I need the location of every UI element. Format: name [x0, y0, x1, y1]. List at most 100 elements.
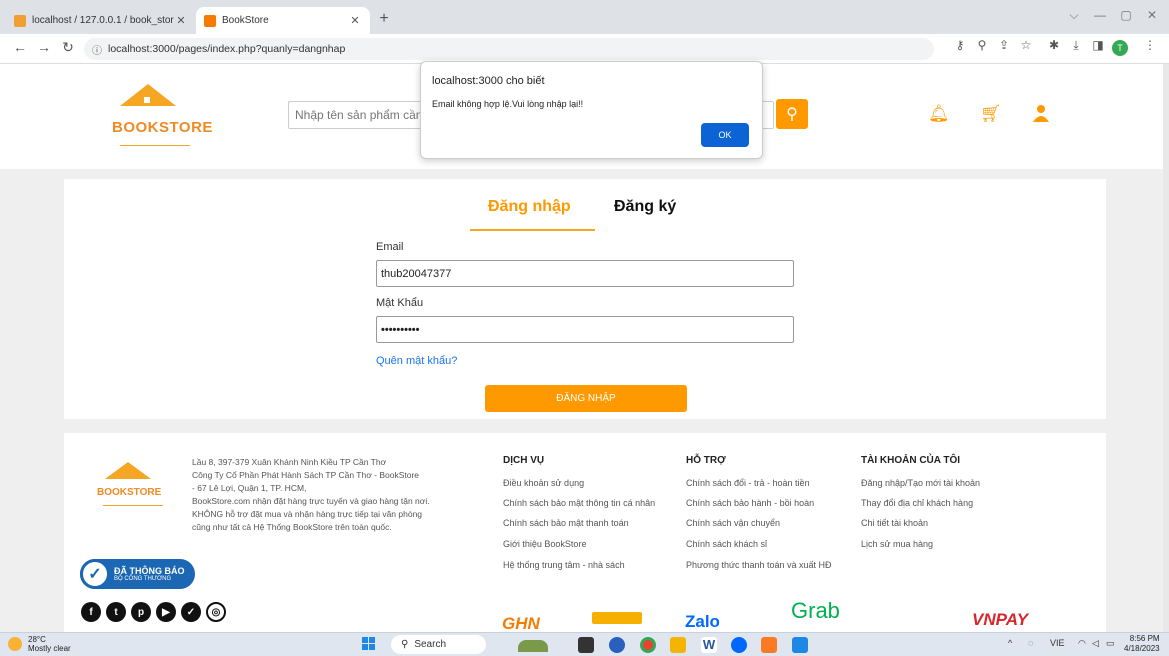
download-icon[interactable]: ⤓: [1066, 38, 1086, 53]
network-app-icon[interactable]: ◌: [1028, 638, 1033, 648]
footer-info-line: Công Ty Cổ Phần Phát Hành Sách TP Cần Th…: [192, 470, 420, 480]
logo-underline: [120, 145, 190, 146]
footer-link[interactable]: Phương thức thanh toán và xuất HĐ: [686, 560, 832, 570]
footer-link[interactable]: Đăng nhập/Tạo mới tài khoản: [861, 478, 980, 488]
cart-icon[interactable]: 🛒︎: [980, 104, 1002, 124]
tab-bookstore[interactable]: BookStore ✕: [196, 7, 370, 34]
weather-icon[interactable]: [8, 637, 22, 651]
email-field[interactable]: thub20047377: [376, 260, 794, 287]
windows-start-icon[interactable]: [362, 637, 376, 651]
dialog-message: Email không hợp lệ.Vui lòng nhập lại!!: [432, 99, 584, 109]
close-tab-icon[interactable]: ✕: [174, 14, 188, 27]
weather-widget[interactable]: 28°C Mostly clear: [28, 635, 71, 653]
footer-info-line: BookStore.com nhận đặt hàng trực tuyến v…: [192, 496, 430, 506]
close-window-icon[interactable]: ✕: [1138, 8, 1166, 22]
site-logo[interactable]: BOOKSTORE: [112, 119, 213, 136]
instagram-icon[interactable]: ◎: [206, 602, 226, 622]
forgot-password-link[interactable]: Quên mật khẩu?: [376, 355, 457, 367]
tab-register[interactable]: Đăng ký: [614, 198, 676, 216]
tab-login[interactable]: Đăng nhập: [488, 198, 571, 216]
footer-link[interactable]: Chính sách đổi - trả - hoàn tiền: [686, 478, 810, 488]
tab-phpmyadmin[interactable]: localhost / 127.0.0.1 / book_store ✕: [6, 7, 196, 34]
xampp-icon[interactable]: [761, 637, 777, 653]
user-icon[interactable]: [1031, 104, 1051, 124]
login-card: [64, 179, 1106, 419]
pinterest-icon[interactable]: p: [131, 602, 151, 622]
side-panel-icon[interactable]: ◨: [1088, 38, 1108, 52]
back-icon[interactable]: ←: [10, 39, 30, 55]
page-scrollbar[interactable]: [1163, 64, 1169, 632]
star-icon[interactable]: ☆: [1016, 38, 1036, 52]
partner-zalo: Zalo: [685, 612, 720, 631]
close-tab-icon[interactable]: ✕: [348, 14, 362, 27]
volume-icon[interactable]: ◁: [1092, 638, 1099, 649]
footer-logo: BOOKSTORE: [97, 487, 162, 498]
footer-link[interactable]: Chính sách bảo hành - bồi hoàn: [686, 498, 814, 508]
footer-info-line: cũng như tất cả Hệ Thống BookStore trên …: [192, 522, 392, 532]
search-icon: ⚲: [786, 106, 798, 123]
zalo-icon[interactable]: [731, 637, 747, 653]
footer-link[interactable]: Hệ thống trung tâm - nhà sách: [503, 560, 625, 570]
clock-date: 4/18/2023: [1124, 644, 1160, 653]
chrome-icon[interactable]: [640, 637, 656, 653]
vscode-icon[interactable]: [792, 637, 808, 653]
minimize-icon[interactable]: —: [1086, 8, 1114, 22]
footer-link[interactable]: Chính sách bảo mật thông tin cá nhân: [503, 498, 655, 508]
key-icon[interactable]: ⚷: [950, 38, 970, 52]
footer-info-line: KHÔNG hỗ trợ đặt mua và nhận hàng trực t…: [192, 509, 423, 519]
chevron-up-icon[interactable]: ^: [1008, 638, 1012, 648]
footer-logo-underline: [103, 505, 163, 506]
twitter-icon[interactable]: ✓: [181, 602, 201, 622]
taskbar-search[interactable]: ⚲ Search: [391, 635, 486, 654]
tumblr-icon[interactable]: t: [106, 602, 126, 622]
video-app-icon[interactable]: [609, 637, 625, 653]
bell-icon[interactable]: 🔔︎: [928, 104, 950, 124]
dialog-ok-button[interactable]: OK: [701, 123, 749, 147]
partner-ghn: GHN: [502, 614, 540, 633]
footer-link[interactable]: Chính sách bảo mật thanh toán: [503, 518, 629, 528]
footer-link[interactable]: Thay đổi địa chỉ khách hàng: [861, 498, 973, 508]
tab-title: BookStore: [222, 15, 269, 26]
extensions-icon[interactable]: ✱: [1044, 38, 1064, 52]
login-button[interactable]: ĐĂNG NHẬP: [485, 385, 687, 412]
youtube-icon[interactable]: ▶: [156, 602, 176, 622]
file-explorer-icon[interactable]: [578, 637, 594, 653]
search-button[interactable]: ⚲: [776, 99, 808, 129]
footer-link[interactable]: Giới thiệu BookStore: [503, 539, 586, 549]
email-label: Email: [376, 241, 404, 253]
landscape-app-icon[interactable]: [518, 640, 548, 652]
word-icon[interactable]: W: [701, 637, 717, 653]
footer-info-line: - 67 Lê Lợi, Quận 1, TP. HCM,: [192, 483, 307, 493]
menu-icon[interactable]: ⋮: [1140, 38, 1160, 52]
url-text: localhost:3000/pages/index.php?quanly=da…: [108, 43, 346, 55]
clock[interactable]: 8:56 PM 4/18/2023: [1124, 634, 1160, 654]
password-field[interactable]: ••••••••••: [376, 316, 794, 343]
reload-icon[interactable]: ↻: [58, 39, 78, 56]
folder-icon[interactable]: [670, 637, 686, 653]
footer-link[interactable]: Chính sách khách sỉ: [686, 539, 767, 549]
facebook-icon[interactable]: f: [81, 602, 101, 622]
share-icon[interactable]: ⇪: [994, 38, 1014, 52]
weather-text: Mostly clear: [28, 644, 71, 653]
language-indicator[interactable]: VIE: [1050, 638, 1065, 648]
bookstore-favicon-icon: [204, 14, 216, 27]
new-tab-button[interactable]: +: [374, 10, 394, 28]
check-icon: ✓: [80, 559, 110, 589]
footer-link[interactable]: Chi tiết tài khoản: [861, 518, 928, 528]
forward-icon[interactable]: →: [34, 39, 54, 55]
battery-icon[interactable]: ▭: [1106, 638, 1115, 649]
info-icon[interactable]: ⓘ: [92, 42, 102, 57]
chevron-down-icon[interactable]: ⌵: [1060, 8, 1088, 23]
badge-line2: BỘ CÔNG THƯƠNG: [114, 576, 172, 582]
footer-link[interactable]: Lịch sử mua hàng: [861, 539, 933, 549]
wifi-icon[interactable]: ◠: [1078, 638, 1086, 649]
maximize-icon[interactable]: ▢: [1112, 8, 1140, 22]
footer-link[interactable]: Chính sách vận chuyển: [686, 518, 780, 528]
badge-line1: ĐÃ THÔNG BÁO: [114, 566, 185, 576]
zoom-icon[interactable]: ⚲: [972, 38, 992, 52]
footer-heading-services: DỊCH VỤ: [503, 455, 545, 466]
address-bar[interactable]: ⓘ localhost:3000/pages/index.php?quanly=…: [84, 38, 934, 60]
footer-link[interactable]: Điều khoản sử dụng: [503, 478, 584, 488]
profile-avatar[interactable]: T: [1112, 40, 1128, 56]
clock-time: 8:56 PM: [1129, 634, 1160, 643]
